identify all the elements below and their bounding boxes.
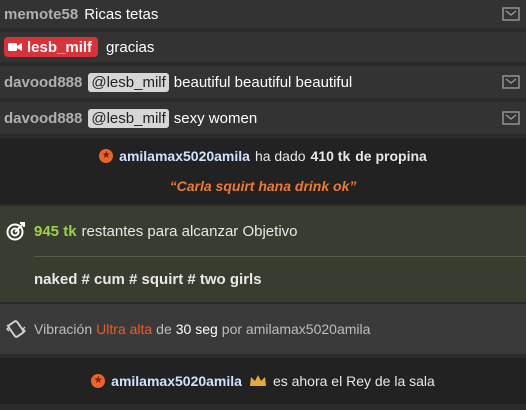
chat-username[interactable]: davood888 [4, 110, 82, 127]
mention-tag[interactable]: @lesb_milf [88, 72, 169, 92]
vibration-duration: 30 seg [175, 321, 218, 337]
tip-text-before: ha dado [254, 148, 306, 164]
report-flag-icon[interactable] [502, 111, 520, 125]
tip-line: ★ amilamax5020amila ha dado 410 tk de pr… [0, 148, 526, 164]
chat-text: Ricas tetas [84, 5, 159, 23]
tip-message: “Carla squirt hana drink ok” [169, 178, 357, 194]
goal-text: restantes para alcanzar Objetivo [81, 222, 298, 240]
chat-message: davood888 @lesb_milf sexy women [0, 102, 526, 134]
star-icon: ★ [99, 149, 114, 163]
king-notice: ★ amilamax5020amila es ahora el Rey de l… [0, 358, 526, 404]
chat-message: lesb_milf gracias [0, 32, 526, 62]
tip-amount: 410 tk [310, 148, 351, 164]
goal-panel: 945 tk restantes para alcanzar Objetivo … [0, 206, 526, 302]
host-username: lesb_milf [27, 38, 93, 56]
chat-message: memote58 Ricas tetas [0, 0, 526, 28]
vibration-of: de [156, 321, 172, 337]
host-badge[interactable]: lesb_milf [4, 37, 99, 57]
chat-username[interactable]: memote58 [4, 6, 78, 23]
vibration-label: Vibración [34, 321, 93, 337]
chat-text: gracias [106, 38, 155, 56]
tip-notice: ★ amilamax5020amila ha dado 410 tk de pr… [0, 138, 526, 204]
report-flag-icon[interactable] [502, 75, 520, 89]
mention-tag[interactable]: @lesb_milf [88, 108, 169, 128]
camera-icon [8, 43, 22, 51]
tip-text-after: de propina [355, 148, 427, 164]
chat-text: sexy women [173, 109, 258, 127]
target-icon [6, 222, 25, 241]
chat-username[interactable]: davood888 [4, 74, 82, 91]
king-username[interactable]: amilamax5020amila [111, 373, 242, 389]
chat-text: beautiful beautiful beautiful [173, 73, 353, 91]
star-icon: ★ [91, 374, 106, 388]
crown-icon [249, 375, 266, 386]
king-text: es ahora el Rey de la sala [272, 373, 435, 389]
report-flag-icon[interactable] [502, 7, 520, 21]
goal-remaining-amount: 945 tk [34, 222, 77, 240]
vibration-level: Ultra alta [96, 321, 153, 337]
vibration-icon [6, 320, 26, 338]
chat-message: davood888 @lesb_milf beautiful beautiful… [0, 66, 526, 98]
tip-username[interactable]: amilamax5020amila [119, 148, 250, 164]
vibration-notice: Vibración Ultra alta de 30 seg por amila… [0, 304, 526, 354]
goal-tags: naked # cum # squirt # two girls [34, 270, 262, 288]
vibration-by: por amilamax5020amila [221, 321, 371, 337]
